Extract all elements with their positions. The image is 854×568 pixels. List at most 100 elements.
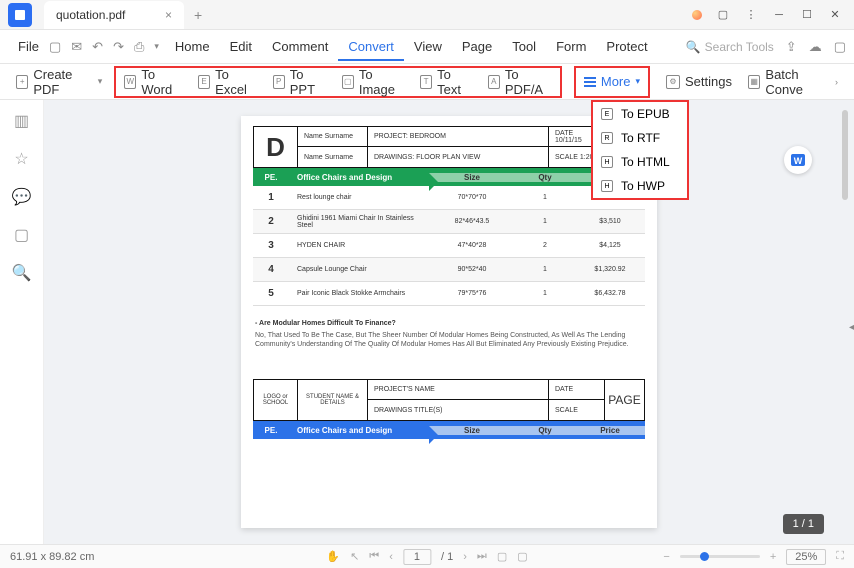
to-image-button[interactable]: ▢To Image [334, 63, 412, 101]
help-icon[interactable]: ▢ [834, 39, 846, 55]
print-icon[interactable]: ⎙ [134, 39, 144, 55]
menu-home[interactable]: Home [165, 39, 220, 54]
zoom-knob[interactable] [700, 552, 709, 561]
page-input[interactable]: 1 [403, 549, 431, 565]
fit-page-icon[interactable]: ▢ [517, 550, 527, 563]
table-row: 5Pair Iconic Black Stokke Armchairs79*75… [253, 282, 645, 306]
last-page-icon[interactable]: ⏭ [477, 550, 487, 563]
more-group-highlight: More ▾ [574, 66, 650, 98]
to-word-label: To Word [141, 67, 182, 97]
hdr-name1: Name Surname [298, 127, 368, 146]
to-ppt-button[interactable]: PTo PPT [265, 63, 334, 101]
settings-button[interactable]: ⚙ Settings [658, 70, 740, 93]
menu-form[interactable]: Form [546, 39, 596, 54]
th-title: Office Chairs and Design [289, 173, 429, 182]
html-icon: H [601, 156, 613, 168]
dropdown-to-hwp[interactable]: HTo HWP [593, 174, 687, 198]
batch-convert-button[interactable]: ▦ Batch Conve › [740, 63, 846, 101]
fit-width-icon[interactable]: ▢ [497, 550, 507, 563]
mail-icon[interactable]: ✉ [71, 39, 82, 55]
dropdown-to-rtf[interactable]: RTo RTF [593, 126, 687, 150]
fullscreen-icon[interactable]: ⛶ [836, 550, 844, 563]
menubar: File ▢ ✉ ↶ ↷ ⎙ ▾ Home Edit Comment Conve… [0, 30, 854, 64]
undo-icon[interactable]: ↶ [92, 39, 103, 55]
to-pdfa-button[interactable]: A To PDF/A [480, 63, 560, 101]
share-icon[interactable]: ⇪ [786, 39, 797, 55]
th-pe: PE. [253, 173, 289, 182]
menu-file[interactable]: File [8, 39, 49, 54]
zoom-in-icon[interactable]: + [770, 551, 776, 563]
pdfa-icon: A [488, 75, 500, 89]
menu-protect[interactable]: Protect [596, 39, 657, 54]
minimize-icon[interactable]: ─ [772, 8, 786, 22]
th2-size: Size [429, 426, 515, 435]
titlebar: quotation.pdf × + ▢ ⋮ ─ ☐ ✕ [0, 0, 854, 30]
to-excel-label: To Excel [215, 67, 257, 97]
menu-convert[interactable]: Convert [338, 39, 404, 61]
batch-label: Batch Conve [765, 67, 830, 97]
table1-header: PE. Office Chairs and Design Size Qty Pr… [253, 168, 645, 186]
hand-tool-icon[interactable]: ✋ [326, 550, 340, 563]
expand-right-icon[interactable]: ◂ [849, 322, 854, 333]
attachments-icon[interactable]: ▢ [13, 226, 31, 244]
to-excel-button[interactable]: E To Excel [190, 63, 265, 101]
menu-edit[interactable]: Edit [220, 39, 262, 54]
dropdown-to-epub[interactable]: E To EPUB [593, 102, 687, 126]
zoom-slider[interactable] [680, 555, 760, 558]
create-pdf-button[interactable]: + Create PDF ▾ [8, 63, 110, 101]
redo-icon[interactable]: ↷ [113, 39, 124, 55]
epub-icon: E [601, 108, 613, 120]
menu-view[interactable]: View [404, 39, 452, 54]
table2-header: PE. Office Chairs and Design Size Qty Pr… [253, 421, 645, 439]
bookmarks-icon[interactable]: ☆ [13, 150, 31, 168]
table1-body: 1Rest lounge chair70*70*701$**,**2Ghidin… [241, 186, 657, 306]
print-caret-icon[interactable]: ▾ [154, 41, 159, 52]
maximize-icon[interactable]: ☐ [800, 8, 814, 22]
statusbar: 61.91 x 89.82 cm ✋ ↖ ⏮ ‹ 1 / 1 › ⏭ ▢ ▢ −… [0, 544, 854, 568]
search-tools[interactable]: 🔍 Search Tools [686, 40, 774, 54]
select-tool-icon[interactable]: ↖ [350, 550, 359, 563]
comments-icon[interactable]: 💬 [13, 188, 31, 206]
document-tab[interactable]: quotation.pdf × [44, 1, 184, 29]
to-text-button[interactable]: TTo Text [412, 63, 480, 101]
to-word-button[interactable]: WTo Word [116, 63, 190, 101]
gear-icon: ⚙ [666, 75, 680, 89]
search-panel-icon[interactable]: 🔍 [13, 264, 31, 282]
page-indicator-badge: 1 / 1 [783, 514, 824, 534]
scrollbar[interactable] [842, 110, 848, 200]
add-tab-button[interactable]: + [194, 7, 202, 23]
excel-icon: E [198, 75, 210, 89]
prev-page-icon[interactable]: ‹ [389, 551, 393, 563]
close-window-icon[interactable]: ✕ [828, 8, 842, 22]
menu-comment[interactable]: Comment [262, 39, 338, 54]
cloud-icon[interactable]: ☁ [809, 39, 822, 55]
menu-page[interactable]: Page [452, 39, 502, 54]
epub-label: To EPUB [621, 107, 670, 121]
zoom-out-icon[interactable]: − [663, 551, 669, 563]
close-tab-icon[interactable]: × [165, 8, 172, 22]
more-button[interactable]: More ▾ [576, 70, 648, 93]
ppt-icon: P [273, 75, 285, 89]
coords-label: 61.91 x 89.82 cm [10, 551, 94, 563]
hdr2-logo: LOGO or SCHOOL [254, 380, 298, 420]
save-icon[interactable]: ▢ [49, 39, 61, 55]
doc-logo-d: D [254, 127, 298, 167]
next-page-icon[interactable]: › [463, 551, 467, 563]
text-icon: T [420, 75, 432, 89]
first-page-icon[interactable]: ⏮ [369, 550, 379, 563]
hdr2-student: STUDENT NAME & DETAILS [298, 380, 368, 420]
account-icon[interactable] [692, 10, 702, 20]
zoom-value[interactable]: 25% [786, 549, 826, 565]
document-canvas[interactable]: D Name Surname PROJECT: BEDROOM DATE 10/… [44, 100, 854, 544]
notification-icon[interactable]: ▢ [716, 8, 730, 22]
thumbnails-icon[interactable]: ▥ [13, 112, 31, 130]
settings-label: Settings [685, 74, 732, 89]
hdr2-drawings: DRAWINGS TITLE(S) [368, 400, 549, 420]
to-pdfa-label: To PDF/A [505, 67, 552, 97]
kebab-menu-icon[interactable]: ⋮ [744, 8, 758, 22]
word-float-button[interactable]: W [784, 146, 812, 174]
menu-tool[interactable]: Tool [502, 39, 546, 54]
sidebar: ▥ ☆ 💬 ▢ 🔍 [0, 100, 44, 544]
to-image-label: To Image [359, 67, 404, 97]
dropdown-to-html[interactable]: HTo HTML [593, 150, 687, 174]
